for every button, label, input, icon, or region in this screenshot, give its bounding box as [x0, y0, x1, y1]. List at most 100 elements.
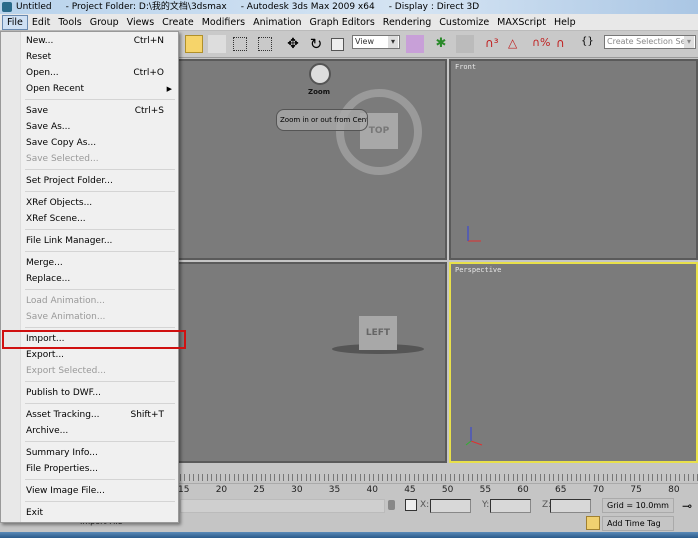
named-selection-set-dropdown[interactable]: Create Selection Set	[604, 35, 696, 49]
manipulate-icon[interactable]: ✱	[432, 35, 450, 53]
menu-views[interactable]: Views	[123, 14, 159, 31]
file-menu-item-exit[interactable]: Exit	[21, 505, 178, 521]
file-menu-item-replace[interactable]: Replace...	[21, 271, 178, 287]
percent-snap-icon[interactable]: ∩%	[531, 35, 551, 53]
menu-item-label: Load Animation...	[26, 296, 105, 306]
timeline-tick	[278, 474, 280, 481]
timeline-tick	[404, 474, 406, 481]
menu-separator	[25, 441, 175, 442]
file-menu-item-archive[interactable]: Archive...	[21, 423, 178, 439]
time-tag-icon[interactable]	[586, 516, 600, 530]
timeline-tick	[625, 474, 626, 481]
timeline-tick	[679, 474, 680, 481]
timeline-tick	[643, 474, 644, 481]
viewport-perspective[interactable]: Perspective	[449, 262, 698, 463]
timeline-tick	[544, 474, 545, 481]
menu-edit[interactable]: Edit	[28, 14, 54, 31]
file-menu-item-open-recent[interactable]: Open Recent ▶	[21, 81, 178, 97]
file-menu-item-publish-to-dwf[interactable]: Publish to DWF...	[21, 385, 178, 401]
menu-group[interactable]: Group	[86, 14, 123, 31]
keyboard-shortcut-icon[interactable]	[456, 35, 474, 53]
timeline-tick	[571, 474, 572, 481]
menu-rendering[interactable]: Rendering	[379, 14, 436, 31]
pivot-icon[interactable]	[406, 35, 424, 53]
menu-help[interactable]: Help	[550, 14, 580, 31]
menu-tools[interactable]: Tools	[54, 14, 85, 31]
menu-item-label: Export...	[26, 350, 65, 360]
app-icon[interactable]	[2, 2, 12, 12]
snap-3d-icon[interactable]: ∩³	[484, 35, 502, 53]
file-menu-item-set-project-folder[interactable]: Set Project Folder...	[21, 173, 178, 189]
angle-snap-icon[interactable]: △	[507, 35, 525, 53]
menu-create[interactable]: Create	[158, 14, 198, 31]
timeline-tick	[517, 474, 518, 481]
viewport-front[interactable]: Front	[449, 59, 698, 260]
menu-separator	[25, 169, 175, 170]
key-icon[interactable]: ⊸	[682, 500, 692, 512]
timeline-tick	[553, 474, 554, 481]
file-menu-item-view-image-file[interactable]: View Image File...	[21, 483, 178, 499]
timeline-tick	[638, 474, 640, 481]
select-by-name-icon[interactable]	[208, 35, 226, 53]
menu-item-label: Save	[26, 106, 49, 116]
menu-item-label: Save Animation...	[26, 312, 106, 322]
named-selection-icon[interactable]: {}	[580, 35, 598, 53]
select-tool-icon[interactable]	[185, 35, 203, 53]
timeline-tick	[283, 474, 284, 481]
reference-coord-dropdown[interactable]: View	[352, 35, 400, 49]
viewport-front-label[interactable]: Front	[455, 63, 476, 71]
file-menu-item-open[interactable]: Open... Ctrl+O	[21, 65, 178, 81]
timeline-tick	[688, 474, 689, 481]
scale-icon[interactable]	[331, 38, 344, 51]
absolute-mode-icon[interactable]	[405, 499, 417, 511]
timeline-tick	[274, 474, 275, 481]
file-menu-item-xref-objects[interactable]: XRef Objects...	[21, 195, 178, 211]
timeline-tick	[184, 474, 185, 481]
move-icon[interactable]: ✥	[284, 35, 302, 53]
rect-selection-icon[interactable]	[233, 37, 247, 51]
timeline-tick	[359, 474, 361, 481]
timeline-tick	[485, 474, 487, 481]
file-menu-item-merge[interactable]: Merge...	[21, 255, 178, 271]
file-menu-item-new[interactable]: New... Ctrl+N	[21, 33, 178, 49]
file-menu-item-summary-info[interactable]: Summary Info...	[21, 445, 178, 461]
menu-customize[interactable]: Customize	[435, 14, 493, 31]
x-coordinate-input[interactable]	[430, 499, 471, 513]
add-time-tag-button[interactable]: Add Time Tag	[602, 516, 674, 531]
spinner-snap-icon[interactable]: ∩	[555, 35, 573, 53]
file-menu-item-save[interactable]: Save Ctrl+S	[21, 103, 178, 119]
timeline-tick	[665, 474, 667, 481]
timeline-tick-label: 60	[517, 485, 529, 495]
file-menu-item-xref-scene[interactable]: XRef Scene...	[21, 211, 178, 227]
menu-item-shortcut: Ctrl+S	[134, 106, 164, 116]
file-menu-item-file-properties[interactable]: File Properties...	[21, 461, 178, 477]
menu-graph-editors[interactable]: Graph Editors	[306, 14, 379, 31]
file-menu-item-export[interactable]: Export...	[21, 347, 178, 363]
timeline-tick-label: 75	[630, 485, 642, 495]
z-coordinate-input[interactable]	[550, 499, 591, 513]
timeline-tick	[238, 474, 239, 481]
menu-animation[interactable]: Animation	[249, 14, 305, 31]
timeline-tick	[589, 474, 590, 481]
timeline-tick	[341, 474, 343, 481]
file-menu-item-asset-tracking[interactable]: Asset Tracking... Shift+T	[21, 407, 178, 423]
menu-item-shortcut: Shift+T	[130, 410, 165, 420]
menu-item-label: Save Copy As...	[26, 138, 97, 148]
rotate-icon[interactable]: ↻	[307, 35, 325, 53]
file-menu-item-save-copy-as[interactable]: Save Copy As...	[21, 135, 178, 151]
y-coordinate-input[interactable]	[490, 499, 531, 513]
viewcube-left[interactable]: LEFT	[359, 316, 397, 350]
viewport-perspective-label[interactable]: Perspective	[455, 266, 501, 274]
file-menu-item-file-link-manager[interactable]: File Link Manager...	[21, 233, 178, 249]
axis-tripod-icon	[465, 427, 483, 446]
zoom-icon[interactable]	[309, 63, 331, 85]
menu-modifiers[interactable]: Modifiers	[198, 14, 249, 31]
timeline-tick	[454, 474, 455, 481]
menu-file[interactable]: File	[2, 15, 28, 30]
file-menu-item-save-as[interactable]: Save As...	[21, 119, 178, 135]
window-crossing-icon[interactable]	[258, 37, 272, 51]
menu-maxscript[interactable]: MAXScript	[493, 14, 550, 31]
file-menu-item-reset[interactable]: Reset	[21, 49, 178, 65]
menu-separator	[25, 479, 175, 480]
lock-icon[interactable]	[388, 500, 395, 510]
